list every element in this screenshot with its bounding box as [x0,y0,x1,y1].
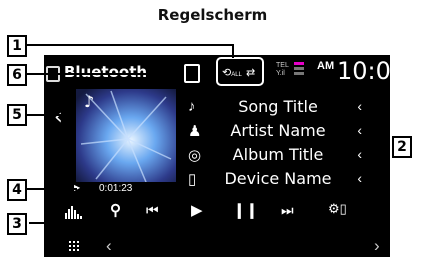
shuffle-icon[interactable]: ⇄ [246,66,255,79]
track-info-list: ♪ Song Title ‹ ♟ Artist Name ‹ ◎ Album T… [186,95,368,247]
play-icon[interactable]: ▶ [191,201,203,219]
clock-time: 10:00 [337,57,390,85]
svg-text:♪: ♪ [84,92,94,111]
device-icon[interactable] [184,64,200,83]
status-bar: Bluetooth ⟲ALL ⇄ TELY.il AM 10:00 [44,55,390,89]
music-note-icon: ♪ [188,98,196,115]
leader-line-4 [25,188,77,190]
leader-line-2 [364,146,390,148]
leader-line-1 [232,44,234,58]
artist-icon: ♟ [188,123,202,140]
device-icon: ▯ [188,171,197,188]
search-icon[interactable]: ⚲ [110,201,121,219]
callout-6: 6 [7,64,27,86]
artist-name: Artist Name [230,121,326,140]
tel-indicator: TEL Y.il [276,62,289,77]
signal-bars-icon [294,62,304,75]
leader-line-1 [25,44,234,46]
grid-menu-icon[interactable] [69,241,79,251]
source-title: Bluetooth [45,63,148,82]
album-title: Album Title [232,145,324,164]
callout-1: 1 [7,35,27,57]
leader-line-3 [54,196,56,224]
bottom-nav: ‹ › [44,235,390,257]
info-row-device[interactable]: ▯ Device Name ‹ [186,167,368,191]
elapsed-time: 0:01:23 [99,183,133,194]
device-name: Device Name [224,169,332,188]
album-art[interactable]: ♪ [76,89,176,182]
repeat-all-icon[interactable]: ⟲ALL [222,66,242,79]
previous-icon[interactable]: ⏮ [146,202,159,219]
settings-icon[interactable]: ⚙▯ [328,201,347,217]
callout-3: 3 [7,213,27,235]
info-row-artist[interactable]: ♟ Artist Name ‹ [186,119,368,143]
callout-2: 2 [392,136,412,158]
chevron-left-icon[interactable]: ‹ [357,170,362,186]
info-row-album[interactable]: ◎ Album Title ‹ [186,143,368,167]
page-heading: Regelscherm [157,6,268,24]
equalizer-icon[interactable] [65,205,83,219]
pause-icon[interactable]: ❙❙ [233,201,258,219]
callout-5: 5 [7,104,27,126]
left-arrow-icon[interactable]: ‹ [106,236,112,256]
leader-line-6 [25,73,172,75]
device-screen: Bluetooth ⟲ALL ⇄ TELY.il AM 10:00 ‹ [44,55,390,257]
clock-ampm: AM [317,60,335,72]
album-icon: ◎ [188,147,202,164]
chevron-left-icon[interactable]: ‹ [357,146,362,162]
right-arrow-icon[interactable]: › [374,236,380,256]
callout-4: 4 [7,179,27,201]
play-mode-group[interactable]: ⟲ALL ⇄ [216,57,264,86]
panel-toggle-chevron[interactable]: ‹ [54,107,63,129]
chevron-left-icon[interactable]: ‹ [357,98,362,114]
next-icon[interactable]: ⏭ [281,202,294,219]
info-row-song[interactable]: ♪ Song Title ‹ [186,95,368,119]
leader-line-3 [29,222,56,224]
chevron-left-icon[interactable]: ‹ [357,122,362,138]
leader-line-5 [25,114,63,116]
song-title: Song Title [238,97,318,116]
